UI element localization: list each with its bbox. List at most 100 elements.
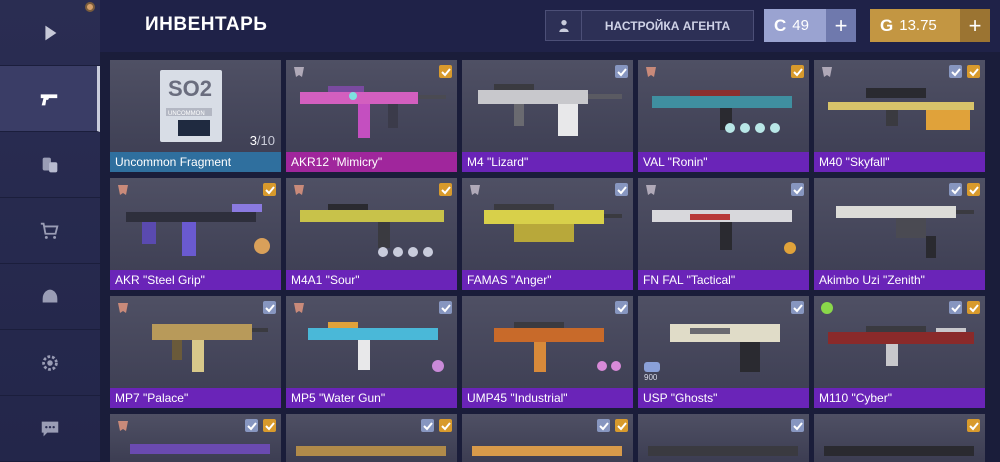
checkbox-icon[interactable] [967,65,980,78]
skin-badge-icon [646,185,656,195]
fragment-count-total: /10 [256,133,275,148]
checkbox-icon[interactable] [967,183,980,196]
checkbox-icon[interactable] [263,419,276,432]
checkbox-icon[interactable] [791,183,804,196]
agent-settings-button[interactable]: НАСТРОЙКА АГЕНТА [545,10,754,41]
item-name: Akimbo Uzi "Zenith" [814,270,985,290]
inventory-card[interactable] [814,414,985,462]
smg-icon [152,324,268,372]
inventory-card[interactable]: 900 USP "Ghosts" [638,296,809,408]
rifle-icon [478,84,622,136]
checkbox-icon[interactable] [615,65,628,78]
sticker-count: 900 [644,373,658,382]
checkbox-icon[interactable] [597,419,610,432]
gold-balance: G 13.75 [870,9,960,42]
inventory-card[interactable] [286,414,457,462]
sidebar-item-shop[interactable] [0,198,100,264]
item-name: AKR12 "Mimicry" [286,152,457,172]
inventory-card[interactable]: UMP45 "Industrial" [462,296,633,408]
fragment-tile-rarity: UNCOMMON [168,111,205,117]
skin-badge-icon [118,421,128,431]
fragment-tile-code: SO2 [168,76,212,101]
inventory-card[interactable]: M40 "Skyfall" [814,60,985,172]
inventory-card[interactable]: M4 "Lizard" [462,60,633,172]
pistol-icon [670,324,780,372]
skin-badge-icon [294,185,304,195]
checkbox-icon[interactable] [263,183,276,196]
inventory-card[interactable] [110,414,281,462]
sidebar-item-cases[interactable] [0,132,100,198]
checkbox-icon[interactable] [615,183,628,196]
checkbox-icon[interactable] [439,183,452,196]
item-name: UMP45 "Industrial" [462,388,633,408]
checkbox-icon[interactable] [791,65,804,78]
top-bar: ИНВЕНТАРЬ НАСТРОЙКА АГЕНТА C 49 + G 13.7… [100,0,1000,52]
item-name: Uncommon Fragment [110,152,281,172]
inventory-card[interactable] [638,414,809,462]
smg-icon [308,322,444,372]
weapon-preview [130,444,270,454]
checkbox-icon[interactable] [439,419,452,432]
item-name: M4A1 "Sour" [286,270,457,290]
rifle-icon [652,90,792,133]
checkbox-icon[interactable] [615,301,628,314]
inventory-card[interactable]: MP7 "Palace" [110,296,281,408]
inventory-card[interactable]: FN FAL "Tactical" [638,178,809,290]
gold-coin-icon: G [880,15,894,35]
silver-currency: C 49 + [764,9,856,42]
add-gold-button[interactable]: + [960,9,990,42]
item-name: VAL "Ronin" [638,152,809,172]
skin-badge-icon [118,185,128,195]
checkbox-icon[interactable] [949,65,962,78]
skin-badge-icon [294,303,304,313]
inventory-card[interactable] [462,414,633,462]
agent-settings-label: НАСТРОЙКА АГЕНТА [604,18,731,33]
rifle-icon [300,204,444,257]
helmet-icon [42,289,58,302]
fragment-count: 3/10 [250,133,275,148]
checkbox-icon[interactable] [263,301,276,314]
checkbox-icon[interactable] [439,301,452,314]
item-name: M110 "Cyber" [814,388,985,408]
add-silver-button[interactable]: + [826,9,856,42]
checkbox-icon[interactable] [421,419,434,432]
fragment-count-value: 3 [249,133,257,148]
checkbox-icon[interactable] [791,301,804,314]
inventory-card[interactable]: SO2 UNCOMMON 3/10 Uncommon Fragment [110,60,281,172]
checkbox-icon[interactable] [949,301,962,314]
sniper-rifle-icon [828,88,974,130]
inventory-card[interactable]: AKR "Steel Grip" [110,178,281,290]
rifle-icon [652,210,796,254]
item-name: MP7 "Palace" [110,388,281,408]
inventory-card[interactable]: M4A1 "Sour" [286,178,457,290]
sidebar-item-chat[interactable] [0,396,100,462]
checkbox-icon[interactable] [967,419,980,432]
item-name: USP "Ghosts" [638,388,809,408]
skin-badge-icon [294,67,304,77]
item-name: M40 "Skyfall" [814,152,985,172]
page-title: ИНВЕНТАРЬ [145,14,268,35]
skin-badge-icon [118,303,128,313]
coins-icon [42,157,58,172]
sticker-icon [644,362,660,372]
inventory-card[interactable]: Akimbo Uzi "Zenith" [814,178,985,290]
checkbox-icon[interactable] [949,183,962,196]
sidebar-item-weapons[interactable] [0,66,100,132]
item-name: AKR "Steel Grip" [110,270,281,290]
sidebar-item-clan[interactable] [0,264,100,330]
item-name: FN FAL "Tactical" [638,270,809,290]
checkbox-icon[interactable] [791,419,804,432]
item-name: FAMAS "Anger" [462,270,633,290]
inventory-card[interactable]: MP5 "Water Gun" [286,296,457,408]
inventory-card[interactable]: M110 "Cyber" [814,296,985,408]
sidebar-item-settings[interactable] [0,330,100,396]
checkbox-icon[interactable] [439,65,452,78]
inventory-card[interactable]: FAMAS "Anger" [462,178,633,290]
checkbox-icon[interactable] [245,419,258,432]
checkbox-icon[interactable] [615,419,628,432]
rifle-icon [126,204,270,256]
inventory-card[interactable]: VAL "Ronin" [638,60,809,172]
skin-badge-icon [822,67,832,77]
checkbox-icon[interactable] [967,301,980,314]
inventory-card[interactable]: AKR12 "Mimicry" [286,60,457,172]
